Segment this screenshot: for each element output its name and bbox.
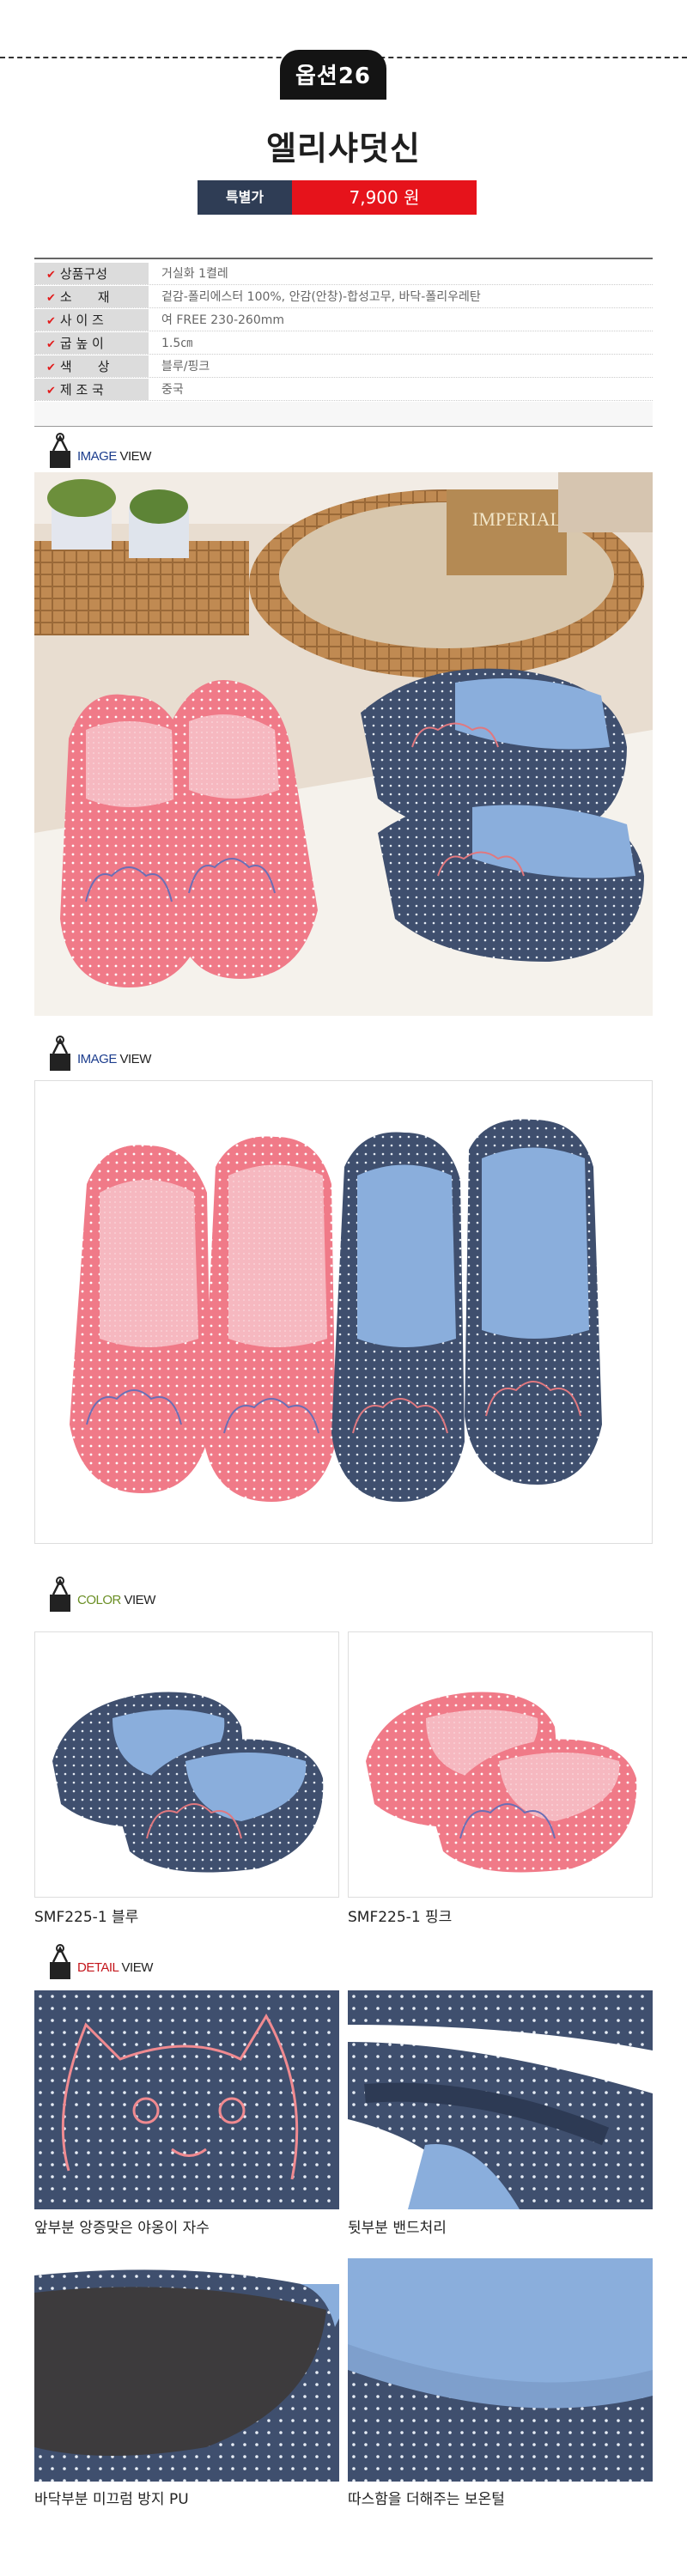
spec-row: ✔ 색 상 블루/핑크 xyxy=(34,355,653,378)
detail-caption: 바닥부분 미끄럼 방지 PU xyxy=(34,2491,189,2508)
spec-key: ✔ 사 이 즈 xyxy=(34,309,149,331)
section-title: COLOR VIEW xyxy=(77,1593,155,1607)
spec-value: 1.5㎝ xyxy=(161,337,193,350)
spec-key: ✔ 색 상 xyxy=(34,355,149,377)
detail-photo-lining xyxy=(348,2258,653,2482)
studio-photo xyxy=(34,1080,653,1544)
binder-clip-icon xyxy=(50,1577,70,1612)
color-caption-pink: SMF225-1 핑크 xyxy=(348,1909,453,1926)
detail-caption: 앞부분 앙증맞은 야옹이 자수 xyxy=(34,2220,210,2237)
check-icon: ✔ xyxy=(46,315,56,328)
detail-photo-embroidery xyxy=(34,1990,339,2209)
spec-key: ✔ 굽 높 이 xyxy=(34,332,149,354)
section-header-image-view: IMAGE VIEW xyxy=(34,432,378,470)
price-label: 특별가 xyxy=(198,180,292,215)
check-icon: ✔ xyxy=(46,385,56,398)
spec-row: ✔ 제 조 국 중국 xyxy=(34,379,653,401)
spec-value: 거실화 1켤레 xyxy=(161,267,228,281)
section-title: DETAIL VIEW xyxy=(77,1960,153,1975)
section-title: IMAGE VIEW xyxy=(77,1052,151,1066)
spec-key: ✔ 제 조 국 xyxy=(34,379,149,400)
spec-value: 중국 xyxy=(161,383,184,397)
section-header-color-view: COLOR VIEW xyxy=(34,1576,378,1613)
detail-caption: 뒷부분 밴드처리 xyxy=(348,2220,447,2237)
detail-caption: 따스함을 더해주는 보온털 xyxy=(348,2491,505,2508)
spec-value: 여 FREE 230-260mm xyxy=(161,313,285,327)
binder-clip-icon xyxy=(50,1944,70,1979)
price-value: 7,900 원 xyxy=(292,180,477,215)
binder-clip-icon xyxy=(50,1036,70,1071)
lifestyle-photo: IMPERIAL xyxy=(34,472,653,1016)
spec-row: ✔ 상품구성 거실화 1켤레 xyxy=(34,263,653,285)
spec-key: ✔ 상품구성 xyxy=(34,263,149,284)
detail-photo-sole xyxy=(34,2258,339,2482)
spec-row: ✔ 사 이 즈 여 FREE 230-260mm xyxy=(34,309,653,331)
color-photo-pink xyxy=(348,1631,653,1898)
spec-row: ✔ 굽 높 이 1.5㎝ xyxy=(34,332,653,355)
option-badge: 옵션26 xyxy=(280,50,386,100)
section-header-image-view: IMAGE VIEW xyxy=(34,1035,378,1072)
section-title: IMAGE VIEW xyxy=(77,449,151,464)
check-icon: ✔ xyxy=(46,292,56,305)
imperial-box-label: IMPERIAL xyxy=(472,508,562,530)
spec-table: ✔ 상품구성 거실화 1켤레 ✔ 소 재 겉감-폴리에스터 100%, 안감(안창)… xyxy=(34,258,653,427)
spec-value: 겉감-폴리에스터 100%, 안감(안창)-합성고무, 바닥-폴리우레탄 xyxy=(161,290,481,304)
spec-value: 블루/핑크 xyxy=(161,360,210,374)
product-title: 엘리샤덧신 xyxy=(266,130,421,167)
check-icon: ✔ xyxy=(46,338,56,351)
spec-key: ✔ 소 재 xyxy=(34,286,149,307)
check-icon: ✔ xyxy=(46,269,56,282)
color-caption-blue: SMF225-1 블루 xyxy=(34,1909,139,1926)
section-header-detail-view: DETAIL VIEW xyxy=(34,1943,378,1981)
spec-row: ✔ 소 재 겉감-폴리에스터 100%, 안감(안창)-합성고무, 바닥-폴리우레… xyxy=(34,286,653,308)
check-icon: ✔ xyxy=(46,361,56,374)
spec-filler xyxy=(34,402,653,426)
binder-clip-icon xyxy=(50,433,70,468)
color-photo-blue xyxy=(34,1631,339,1898)
detail-photo-band xyxy=(348,1990,653,2209)
